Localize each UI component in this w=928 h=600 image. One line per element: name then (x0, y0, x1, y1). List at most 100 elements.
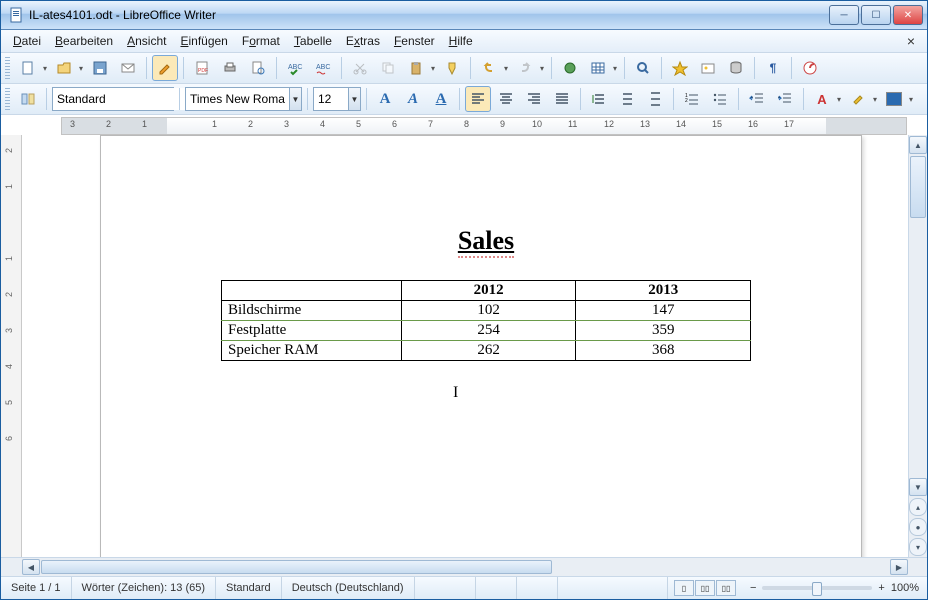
align-center-button[interactable] (493, 86, 519, 112)
open-dropdown[interactable]: ▾ (77, 64, 85, 73)
menu-ansicht[interactable]: Ansicht (121, 32, 172, 50)
status-signature[interactable] (517, 577, 558, 599)
insert-table-dropdown[interactable]: ▾ (611, 64, 619, 73)
save-button[interactable] (87, 55, 113, 81)
line-spacing-2-button[interactable] (642, 86, 668, 112)
data-sources-button[interactable] (723, 55, 749, 81)
highlight-dropdown[interactable]: ▾ (871, 95, 879, 104)
line-spacing-15-button[interactable] (614, 86, 640, 112)
menu-fenster[interactable]: Fenster (388, 32, 441, 50)
line-spacing-1-button[interactable] (586, 86, 612, 112)
scroll-thumb[interactable] (41, 560, 552, 574)
numbered-list-button[interactable]: 12 (679, 86, 705, 112)
print-direct-button[interactable] (217, 55, 243, 81)
maximize-button[interactable]: ☐ (861, 5, 891, 25)
doc-close-button[interactable]: × (901, 33, 921, 49)
menu-tabelle[interactable]: Tabelle (288, 32, 338, 50)
status-insert-mode[interactable] (415, 577, 476, 599)
paste-button[interactable] (403, 55, 429, 81)
table-cell[interactable]: Speicher RAM (222, 341, 402, 361)
menu-datei[interactable]: Datei (7, 32, 47, 50)
scroll-up-button[interactable]: ▲ (909, 136, 927, 154)
paste-dropdown[interactable]: ▾ (429, 64, 437, 73)
horizontal-scrollbar[interactable]: ◀ ▶ (21, 558, 909, 576)
table-cell[interactable]: 254 (401, 321, 576, 341)
copy-button[interactable] (375, 55, 401, 81)
font-color-dropdown[interactable]: ▾ (835, 95, 843, 104)
zoom-level[interactable]: 100% (891, 582, 919, 594)
paragraph-style-combo[interactable]: ▼ (52, 87, 174, 111)
bulleted-list-button[interactable] (707, 86, 733, 112)
italic-button[interactable]: A (400, 86, 426, 112)
align-right-button[interactable] (521, 86, 547, 112)
bg-color-dropdown[interactable]: ▾ (907, 95, 915, 104)
font-name-input[interactable] (186, 88, 289, 110)
status-page[interactable]: Seite 1 / 1 (1, 577, 72, 599)
status-language[interactable]: Deutsch (Deutschland) (282, 577, 415, 599)
vertical-ruler[interactable]: 2 1 1 2 3 4 5 6 (1, 135, 22, 557)
menu-format[interactable]: Format (236, 32, 286, 50)
new-doc-dropdown[interactable]: ▾ (41, 64, 49, 73)
table-cell[interactable]: Festplatte (222, 321, 402, 341)
nonprint-chars-button[interactable]: ¶ (760, 55, 786, 81)
minimize-button[interactable]: ─ (829, 5, 859, 25)
increase-indent-button[interactable] (772, 86, 798, 112)
dropdown-arrow-icon[interactable]: ▼ (289, 88, 301, 110)
navigator-button[interactable] (667, 55, 693, 81)
decrease-indent-button[interactable] (744, 86, 770, 112)
menu-einfuegen[interactable]: Einfügen (174, 32, 233, 50)
insert-table-button[interactable] (585, 55, 611, 81)
close-button[interactable]: ✕ (893, 5, 923, 25)
export-pdf-button[interactable]: PDF (189, 55, 215, 81)
next-page-button[interactable]: ▾ (909, 538, 927, 556)
table-cell[interactable]: Bildschirme (222, 301, 402, 321)
underline-button[interactable]: A (428, 86, 454, 112)
help-button[interactable] (797, 55, 823, 81)
book-view-button[interactable]: ▯▯ (716, 580, 736, 596)
scroll-down-button[interactable]: ▼ (909, 478, 927, 496)
table-header[interactable]: 2012 (401, 281, 576, 301)
multi-page-view-button[interactable]: ▯▯ (695, 580, 715, 596)
horizontal-ruler[interactable]: 3 2 1 1 2 3 4 5 6 7 8 9 10 11 12 13 14 1… (61, 117, 907, 135)
single-page-view-button[interactable]: ▯ (674, 580, 694, 596)
font-color-button[interactable]: A (809, 86, 835, 112)
status-word-count[interactable]: Wörter (Zeichen): 13 (65) (72, 577, 216, 599)
menu-extras[interactable]: Extras (340, 32, 386, 50)
new-doc-button[interactable] (15, 55, 41, 81)
scroll-right-button[interactable]: ▶ (890, 559, 908, 575)
prev-page-button[interactable]: ▴ (909, 498, 927, 516)
align-justify-button[interactable] (549, 86, 575, 112)
vertical-scrollbar[interactable]: ▲ ▼ ▴ ● ▾ (908, 135, 927, 557)
table-cell[interactable]: 262 (401, 341, 576, 361)
page[interactable]: Sales 2012 2013 Bildschirme 102 147 (100, 135, 862, 557)
font-size-combo[interactable]: ▼ (313, 87, 361, 111)
styles-window-button[interactable] (15, 86, 41, 112)
menu-hilfe[interactable]: Hilfe (443, 32, 479, 50)
toolbar-grip-2[interactable] (5, 88, 10, 110)
toolbar-grip[interactable] (5, 57, 10, 79)
bg-color-button[interactable] (881, 86, 907, 112)
clone-format-button[interactable] (439, 55, 465, 81)
font-size-input[interactable] (314, 88, 348, 110)
redo-button[interactable] (512, 55, 538, 81)
scroll-thumb[interactable] (910, 156, 926, 218)
email-button[interactable] (115, 55, 141, 81)
status-selection-mode[interactable] (476, 577, 517, 599)
sales-table[interactable]: 2012 2013 Bildschirme 102 147 Festplatte… (221, 280, 751, 361)
dropdown-arrow-icon[interactable]: ▼ (348, 88, 360, 110)
undo-dropdown[interactable]: ▾ (502, 64, 510, 73)
open-button[interactable] (51, 55, 77, 81)
hyperlink-button[interactable] (557, 55, 583, 81)
table-cell[interactable]: 147 (576, 301, 751, 321)
edit-mode-button[interactable] (152, 55, 178, 81)
align-left-button[interactable] (465, 86, 491, 112)
document-viewport[interactable]: Sales 2012 2013 Bildschirme 102 147 (22, 135, 908, 557)
font-name-combo[interactable]: ▼ (185, 87, 302, 111)
menu-bearbeiten[interactable]: Bearbeiten (49, 32, 119, 50)
gallery-button[interactable] (695, 55, 721, 81)
scroll-left-button[interactable]: ◀ (22, 559, 40, 575)
table-cell[interactable]: 359 (576, 321, 751, 341)
table-cell[interactable]: 368 (576, 341, 751, 361)
print-preview-button[interactable] (245, 55, 271, 81)
find-replace-button[interactable] (630, 55, 656, 81)
